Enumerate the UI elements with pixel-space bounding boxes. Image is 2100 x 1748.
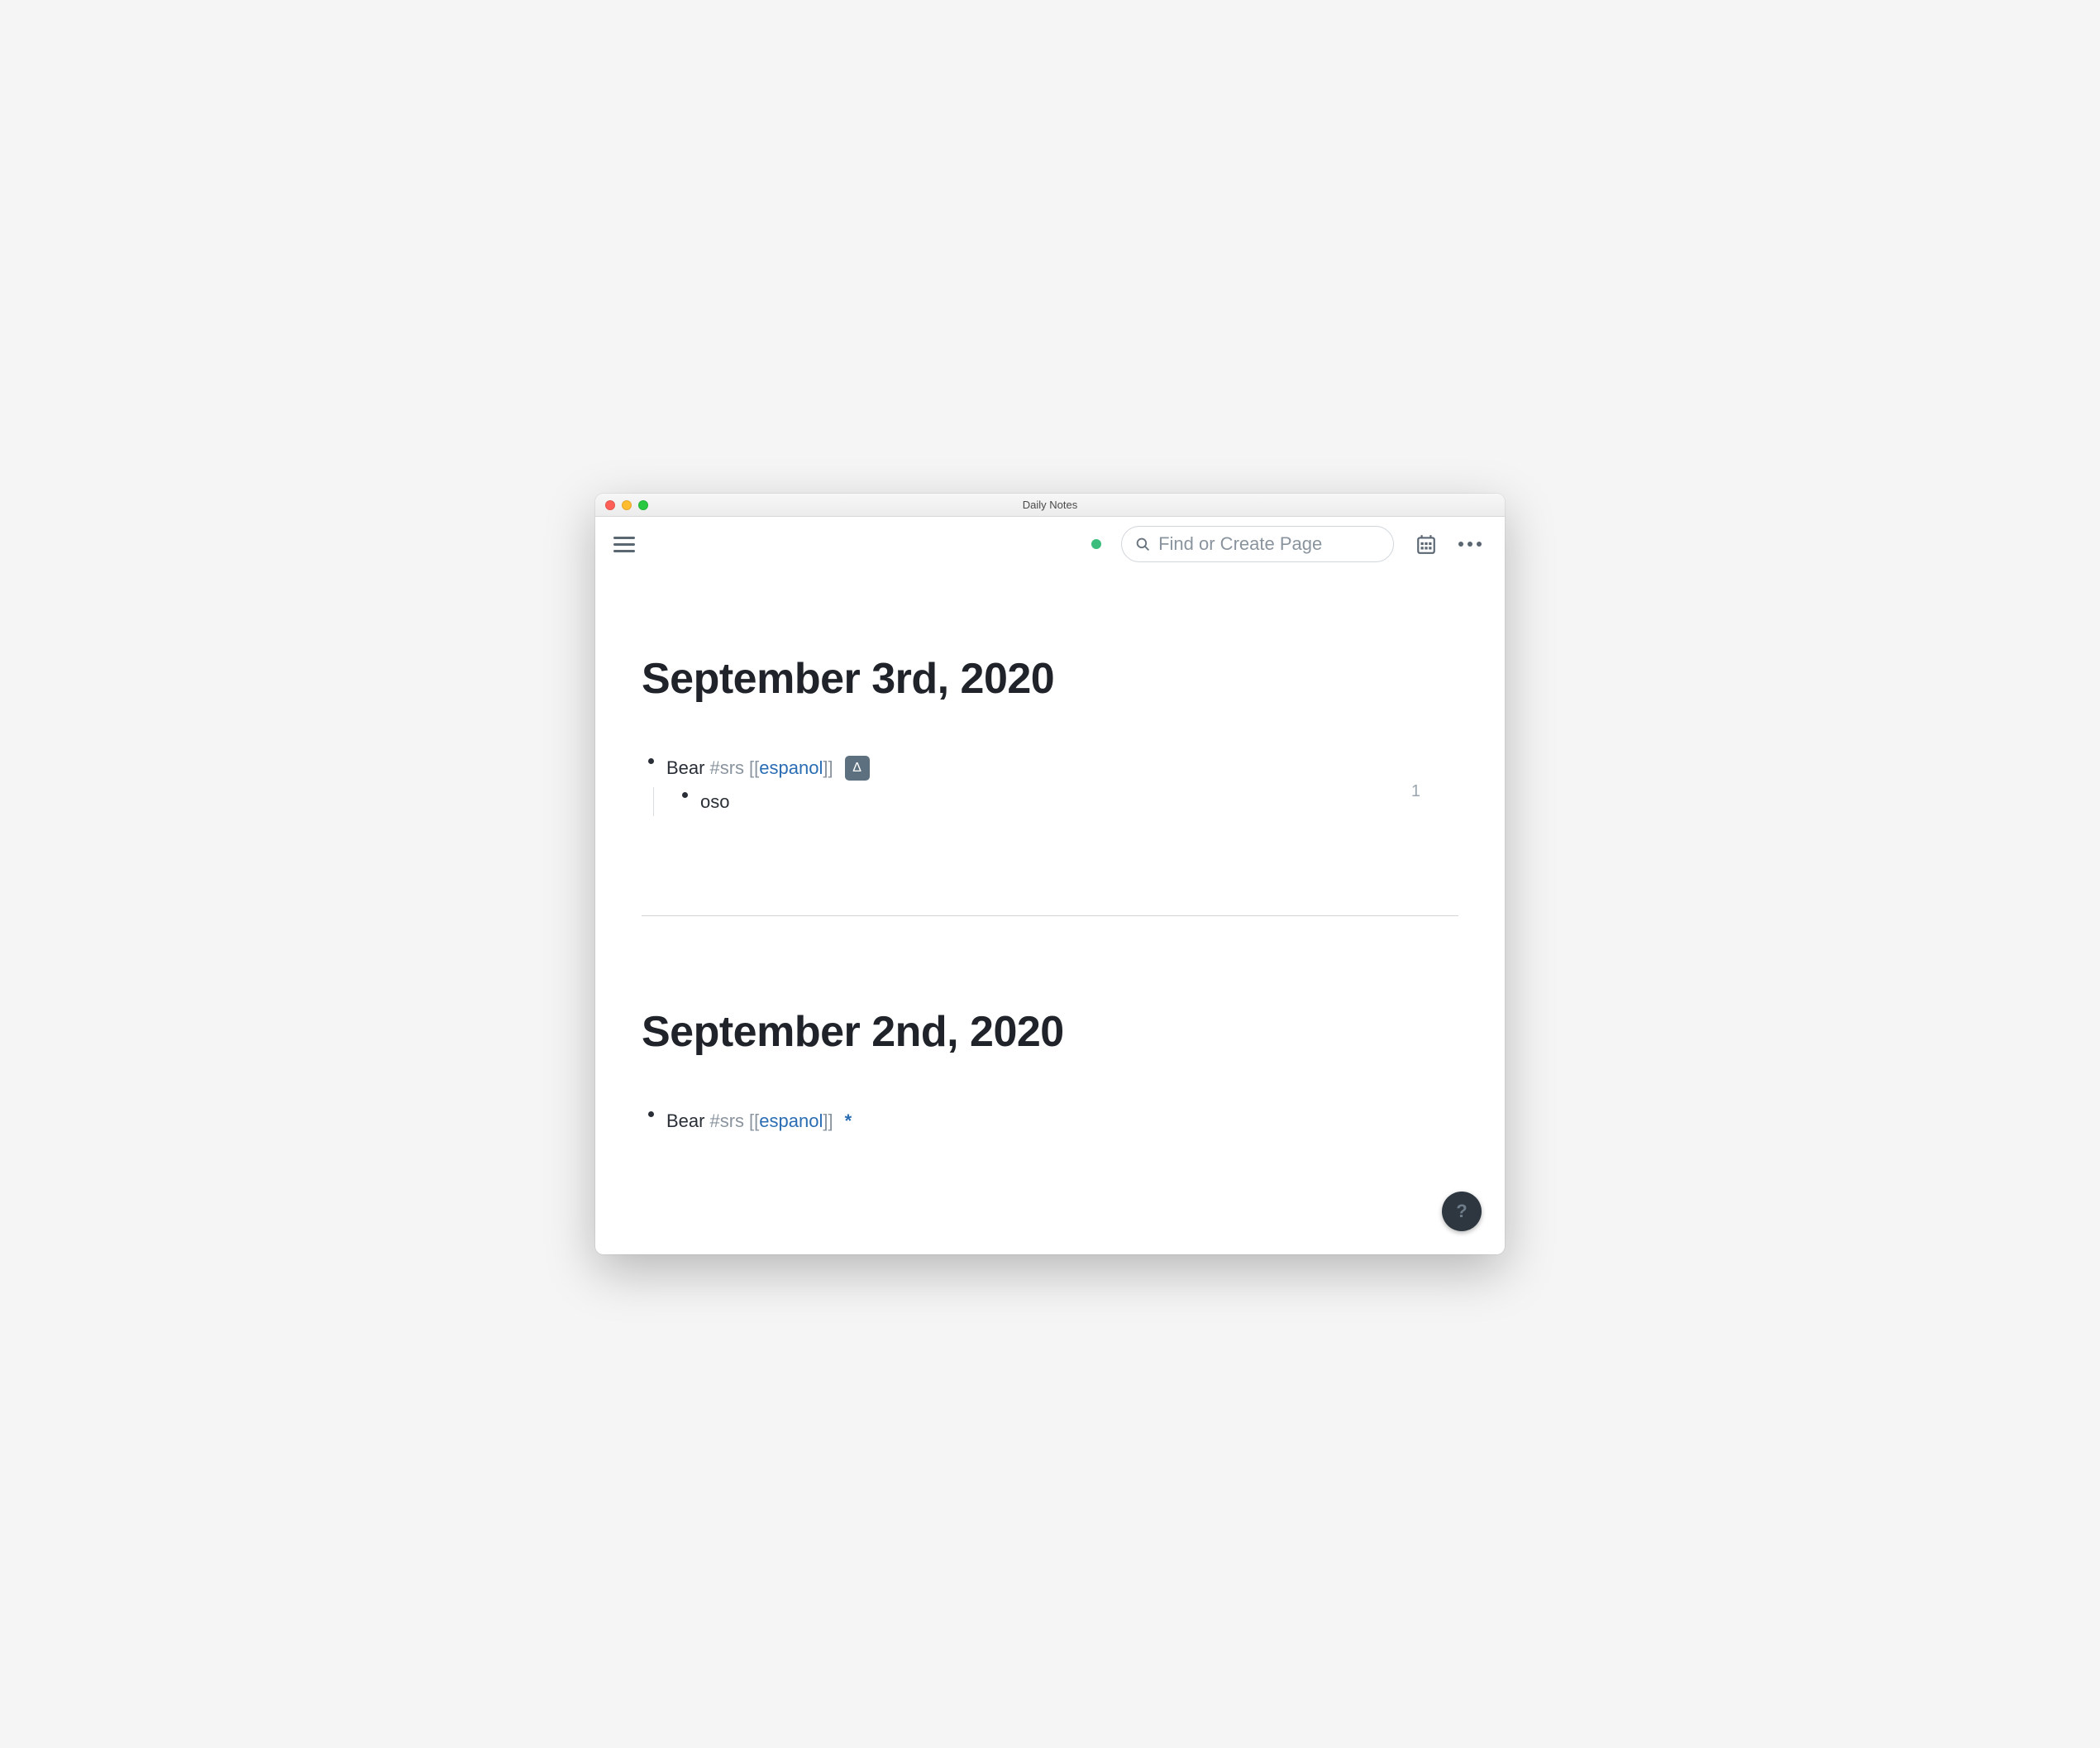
day-title[interactable]: September 2nd, 2020 (642, 1007, 1458, 1057)
more-menu-icon[interactable] (1458, 542, 1482, 547)
tag-srs[interactable]: #srs (709, 753, 744, 782)
window-title: Daily Notes (595, 499, 1505, 511)
sync-status-dot[interactable] (1091, 539, 1101, 549)
block-row: Bear #srs [[espanol]] * (642, 1106, 1458, 1135)
daily-note: September 3rd, 2020 Bear #srs [[espanol]… (642, 571, 1458, 816)
block-row: Bear #srs [[espanol]] Δ 1 oso (642, 753, 1458, 816)
search-icon (1135, 536, 1150, 552)
block-children: oso (653, 787, 1458, 816)
calendar-icon[interactable] (1415, 533, 1437, 555)
bullet-icon[interactable] (648, 1111, 654, 1117)
block-text: Bear (666, 753, 704, 782)
bullet-icon[interactable] (682, 792, 688, 798)
content-area[interactable]: September 3rd, 2020 Bear #srs [[espanol]… (595, 571, 1505, 1254)
block-text: oso (700, 787, 729, 816)
close-window-button[interactable] (605, 500, 615, 510)
search-box[interactable] (1121, 526, 1394, 562)
titlebar: Daily Notes (595, 494, 1505, 517)
block-content[interactable]: Bear #srs [[espanol]] Δ (666, 753, 1458, 782)
reference-count[interactable]: 1 (1411, 782, 1420, 801)
page-reference[interactable]: [[espanol]] (749, 753, 833, 782)
search-input[interactable] (1158, 533, 1380, 555)
bullet-icon[interactable] (648, 758, 654, 764)
tag-srs[interactable]: #srs (709, 1106, 744, 1135)
block-content[interactable]: Bear #srs [[espanol]] * (666, 1106, 1458, 1135)
minimize-window-button[interactable] (622, 500, 632, 510)
srs-marker[interactable]: * (845, 1106, 852, 1135)
day-title[interactable]: September 3rd, 2020 (642, 654, 1458, 704)
app-window: Daily Notes September 3rd, 2020 (595, 494, 1505, 1254)
menu-icon[interactable] (613, 531, 640, 557)
help-button[interactable]: ? (1442, 1192, 1482, 1231)
page-reference[interactable]: [[espanol]] (749, 1106, 833, 1135)
maximize-window-button[interactable] (638, 500, 648, 510)
daily-note: September 2nd, 2020 Bear #srs [[espanol]… (642, 915, 1458, 1135)
delta-button[interactable]: Δ (845, 756, 870, 781)
block-content[interactable]: oso (700, 787, 1458, 816)
traffic-lights (595, 500, 648, 510)
topbar (595, 517, 1505, 571)
block-text: Bear (666, 1106, 704, 1135)
